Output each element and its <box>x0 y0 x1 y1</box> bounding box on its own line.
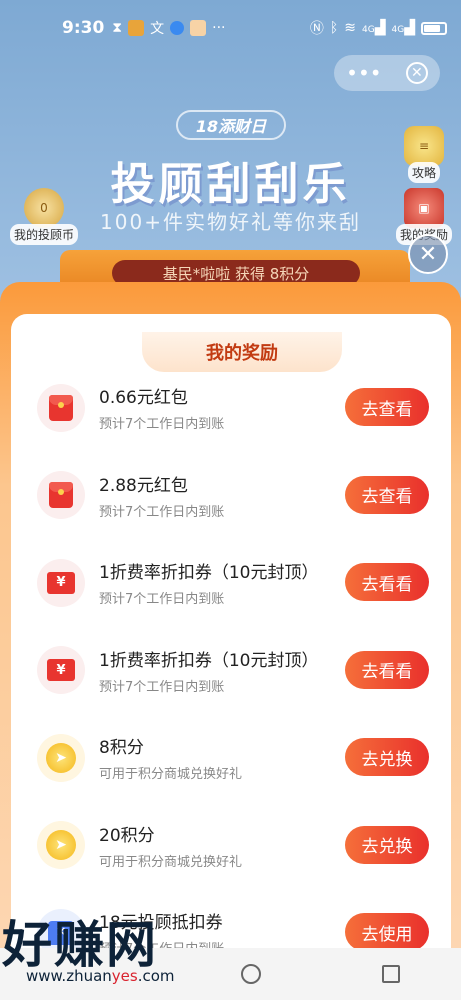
rewards-card: 我的奖励 0.66元红包 预计7个工作日内到账 去查看 2.88元红包 预计7个… <box>11 314 451 974</box>
guide-button[interactable]: ≡ 攻略 <box>386 126 461 183</box>
coupon-icon: ¥ <box>37 646 85 695</box>
points-coin-icon: ➤ <box>37 821 85 870</box>
event-badge: 18添财日 <box>176 110 286 140</box>
recents-nav-button[interactable] <box>382 965 401 983</box>
use-button[interactable]: 去使用 <box>345 913 429 951</box>
bluetooth-icon: ᛒ <box>329 20 339 36</box>
rewards-modal: 我的奖励 0.66元红包 预计7个工作日内到账 去查看 2.88元红包 预计7个… <box>0 282 461 974</box>
list-item: ¥ 1折费率折扣券（10元封顶） 预计7个工作日内到账 去看看 <box>11 627 451 715</box>
system-icons: Ⓝ ᛒ ≋ 4G▟ 4G▟ <box>310 18 447 38</box>
modal-title: 我的奖励 <box>142 332 342 372</box>
list-item: ➤ 20积分 可用于积分商城兑换好礼 去兑换 <box>11 802 451 890</box>
app-icon <box>128 20 145 36</box>
status-bar: 9:30 ⧗ 文 ··· Ⓝ ᛒ ≋ 4G▟ 4G▟ <box>0 0 461 56</box>
wifi-icon: ≋ <box>344 20 357 36</box>
coin-icon: 0 <box>24 188 64 228</box>
list-item: 2.88元红包 预计7个工作日内到账 去查看 <box>11 452 451 540</box>
more-icon[interactable]: ••• <box>346 61 381 85</box>
list-item: ➤ 8积分 可用于积分商城兑换好礼 去兑换 <box>11 714 451 802</box>
hourglass-icon: ⧗ <box>112 20 123 36</box>
red-packet-icon <box>37 383 85 432</box>
notification-icons: ⧗ 文 ··· <box>112 18 225 38</box>
home-nav-button[interactable] <box>240 964 261 984</box>
points-coin-icon: ➤ <box>37 733 85 782</box>
coupon-icon: ¥ <box>37 558 85 607</box>
view-button[interactable]: 去查看 <box>345 475 429 514</box>
check-button[interactable]: 去看看 <box>345 650 429 689</box>
check-button[interactable]: 去看看 <box>345 563 429 601</box>
list-item: ¥ 1折费率折扣券（10元封顶） 预计7个工作日内到账 去看看 <box>11 539 451 627</box>
cat-app-icon <box>190 20 207 36</box>
gift-box-icon: ▣ <box>404 188 444 228</box>
site-watermark: 好赚网 www.zhuanyes.com <box>0 905 210 1000</box>
close-icon: ✕ <box>418 241 438 267</box>
mini-program-capsule[interactable]: ••• ✕ <box>334 55 440 91</box>
red-packet-icon <box>37 471 85 520</box>
close-mini-program-icon[interactable]: ✕ <box>405 62 428 84</box>
battery-icon <box>421 21 447 35</box>
close-modal-button[interactable]: ✕ <box>408 234 448 274</box>
signal-2-icon: 4G▟ <box>391 20 415 36</box>
list-item: 0.66元红包 预计7个工作日内到账 去查看 <box>11 364 451 452</box>
my-coins-button[interactable]: 0 我的投顾币 <box>6 188 82 245</box>
redeem-button[interactable]: 去兑换 <box>345 738 429 776</box>
view-button[interactable]: 去查看 <box>345 388 429 426</box>
translate-icon: 文 <box>150 21 165 37</box>
nfc-icon: Ⓝ <box>309 21 324 37</box>
more-notifications-icon: ··· <box>212 20 226 36</box>
redeem-button[interactable]: 去兑换 <box>345 825 429 864</box>
watermark-url: www.zhuanyes.com <box>26 967 175 985</box>
guide-book-icon: ≡ <box>404 126 444 166</box>
rewards-list: 0.66元红包 预计7个工作日内到账 去查看 2.88元红包 预计7个工作日内到… <box>11 364 451 974</box>
signal-1-icon: 4G▟ <box>362 20 386 36</box>
status-time: 9:30 <box>62 18 105 38</box>
bulb-icon <box>170 21 185 35</box>
